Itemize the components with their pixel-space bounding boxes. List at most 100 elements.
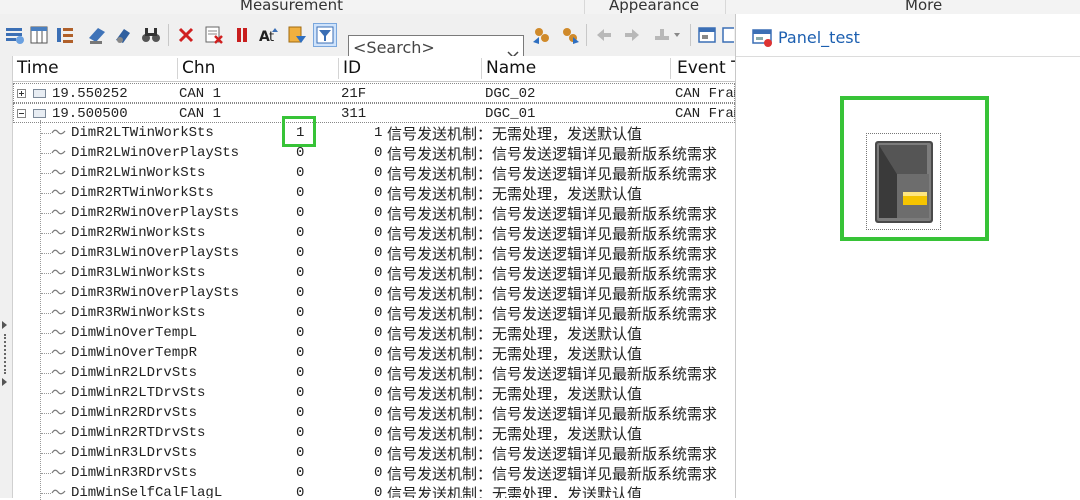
signal-name: DimWinSelfCalFlagL bbox=[71, 485, 223, 498]
window-icon[interactable] bbox=[695, 23, 719, 47]
ribbon-group-appearance[interactable]: Appearance bbox=[609, 0, 699, 14]
signal-raw-value: 0 bbox=[296, 445, 305, 461]
signal-wave-icon bbox=[51, 429, 66, 435]
expand-arrow-icon[interactable] bbox=[2, 321, 7, 329]
export-icon[interactable] bbox=[285, 23, 309, 47]
column-id[interactable]: ID bbox=[339, 56, 481, 81]
switch-control[interactable] bbox=[866, 133, 941, 230]
highlight-icon[interactable] bbox=[85, 23, 109, 47]
column-divider[interactable] bbox=[670, 58, 671, 79]
mark-icon[interactable] bbox=[111, 23, 135, 47]
signal-raw-value: 0 bbox=[296, 225, 305, 241]
signal-phys-value: 0 bbox=[374, 325, 383, 341]
message-icon bbox=[33, 109, 46, 118]
toolbar-separator bbox=[168, 24, 169, 46]
signal-raw-value: 0 bbox=[296, 345, 305, 361]
signal-raw-value: 0 bbox=[296, 305, 305, 321]
signal-description: 信号发送机制：信号发送逻辑详见最新版系统需求 bbox=[387, 225, 718, 243]
signal-description: 信号发送机制：无需处理，发送默认值 bbox=[387, 185, 643, 203]
predefined-filter-icon[interactable] bbox=[313, 23, 337, 47]
forward-icon[interactable] bbox=[558, 23, 582, 47]
signal-row[interactable]: DimWinR2LDrvSts 0 0 信号发送机制：信号发送逻辑详见最新版系统需求 bbox=[13, 363, 735, 383]
column-time[interactable]: Time bbox=[13, 56, 177, 81]
signal-raw-value: 0 bbox=[296, 205, 305, 221]
signal-description: 信号发送机制：无需处理，发送默认值 bbox=[387, 125, 643, 143]
frame-row[interactable]: 19.500500 CAN 1 311 DGC_01 CAN Frame bbox=[13, 103, 735, 123]
columns-icon[interactable] bbox=[27, 23, 51, 47]
signal-row[interactable]: DimWinR2RDrvSts 0 0 信号发送机制：信号发送逻辑详见最新版系统需求 bbox=[13, 403, 735, 423]
signal-row[interactable]: DimR2RWinWorkSts 0 0 信号发送机制：信号发送逻辑详见最新版系统需求 bbox=[13, 223, 735, 243]
signal-phys-value: 1 bbox=[374, 125, 383, 141]
svg-text:t: t bbox=[269, 30, 274, 45]
window-layout-icon[interactable] bbox=[720, 23, 734, 47]
panel-title[interactable]: Panel_test bbox=[778, 28, 860, 47]
expand-arrow-icon[interactable] bbox=[2, 378, 7, 386]
ribbon-header: Measurement Appearance More bbox=[0, 0, 1080, 14]
signal-name: DimWinOverTempR bbox=[71, 345, 198, 361]
frame-id: 21F bbox=[341, 86, 367, 102]
toolbar-separator bbox=[690, 24, 691, 46]
frame-row[interactable]: 19.550252 CAN 1 21F DGC_02 CAN Frame bbox=[13, 83, 735, 103]
column-chn[interactable]: Chn bbox=[178, 56, 338, 81]
signal-wave-icon bbox=[51, 269, 66, 275]
clear-filter-icon[interactable] bbox=[202, 23, 226, 47]
signal-row[interactable]: DimWinR2RTDrvSts 0 0 信号发送机制：无需处理，发送默认值 bbox=[13, 423, 735, 443]
sort-icon[interactable] bbox=[53, 23, 77, 47]
search-placeholder: <Search> bbox=[353, 38, 435, 57]
signal-name: DimR3RWinWorkSts bbox=[71, 305, 206, 321]
signal-wave-icon bbox=[51, 369, 66, 375]
signal-row[interactable]: DimWinOverTempL 0 0 信号发送机制：无需处理，发送默认值 bbox=[13, 323, 735, 343]
signal-name: DimWinR2RDrvSts bbox=[71, 405, 198, 421]
signal-raw-value: 0 bbox=[296, 365, 305, 381]
signal-row[interactable]: DimR3LWinOverPlaySts 0 0 信号发送机制：信号发送逻辑详见最新版… bbox=[13, 243, 735, 263]
signal-name: DimR2LTWinWorkSts bbox=[71, 125, 214, 141]
signal-wave-icon bbox=[51, 489, 66, 495]
signal-phys-value: 0 bbox=[374, 145, 383, 161]
find-icon[interactable] bbox=[139, 23, 163, 47]
signal-row[interactable]: DimWinR3RDrvSts 0 0 信号发送机制：信号发送逻辑详见最新版系统需求 bbox=[13, 463, 735, 483]
timestamp-icon[interactable]: At bbox=[257, 23, 281, 47]
column-name[interactable]: Name bbox=[482, 56, 670, 81]
frame-time: 19.550252 bbox=[52, 86, 128, 102]
signal-description: 信号发送机制：信号发送逻辑详见最新版系统需求 bbox=[387, 305, 718, 323]
signal-phys-value: 0 bbox=[374, 205, 383, 221]
signal-row[interactable]: DimWinR3LDrvSts 0 0 信号发送机制：信号发送逻辑详见最新版系统需求 bbox=[13, 443, 735, 463]
options-icon[interactable] bbox=[648, 23, 684, 47]
signal-row[interactable]: DimR3LWinWorkSts 0 0 信号发送机制：信号发送逻辑详见最新版系统需求 bbox=[13, 263, 735, 283]
expand-plus-icon[interactable] bbox=[17, 89, 26, 98]
ribbon-group-measurement[interactable]: Measurement bbox=[240, 0, 343, 14]
signal-row[interactable]: DimR2LWinOverPlaySts 0 0 信号发送机制：信号发送逻辑详见最新版… bbox=[13, 143, 735, 163]
left-splitter[interactable] bbox=[0, 56, 13, 498]
back-icon[interactable] bbox=[530, 23, 554, 47]
filter-icon[interactable] bbox=[3, 23, 27, 47]
collapse-minus-icon[interactable] bbox=[17, 109, 26, 118]
next-icon[interactable] bbox=[620, 23, 644, 47]
ribbon-group-more[interactable]: More bbox=[905, 0, 942, 14]
signal-raw-value: 0 bbox=[296, 325, 305, 341]
signal-row[interactable]: DimR2LTWinWorkSts 1 1 信号发送机制：无需处理，发送默认值 bbox=[13, 123, 735, 143]
column-event-type[interactable]: Event Type bbox=[673, 56, 735, 81]
signal-phys-value: 0 bbox=[374, 225, 383, 241]
prev-icon[interactable] bbox=[592, 23, 616, 47]
signal-raw-value: 0 bbox=[296, 185, 305, 201]
signal-name: DimWinR2LTDrvSts bbox=[71, 385, 206, 401]
signal-name: DimWinR3LDrvSts bbox=[71, 445, 198, 461]
signal-row[interactable]: DimWinR2LTDrvSts 0 0 信号发送机制：无需处理，发送默认值 bbox=[13, 383, 735, 403]
signal-row[interactable]: DimR3RWinOverPlaySts 0 0 信号发送机制：信号发送逻辑详见最新版… bbox=[13, 283, 735, 303]
splitter-grip[interactable] bbox=[4, 334, 8, 374]
frame-channel: CAN 1 bbox=[179, 86, 222, 102]
panel-window: Panel_test bbox=[735, 14, 1080, 498]
delete-icon[interactable] bbox=[174, 23, 198, 47]
signal-phys-value: 0 bbox=[374, 265, 383, 281]
signal-wave-icon bbox=[51, 309, 66, 315]
signal-row[interactable]: DimR3RWinWorkSts 0 0 信号发送机制：信号发送逻辑详见最新版系统需求 bbox=[13, 303, 735, 323]
signal-row[interactable]: DimR2RWinOverPlaySts 0 0 信号发送机制：信号发送逻辑详见最新版… bbox=[13, 203, 735, 223]
signal-name: DimR2RWinOverPlaySts bbox=[71, 205, 240, 221]
pause-icon[interactable] bbox=[230, 23, 254, 47]
signal-row[interactable]: DimWinOverTempR 0 0 信号发送机制：无需处理，发送默认值 bbox=[13, 343, 735, 363]
signal-row[interactable]: DimWinSelfCalFlagL 0 0 信号发送机制：无需处理，发送默认值 bbox=[13, 483, 735, 498]
frame-name: DGC_01 bbox=[485, 106, 536, 122]
signal-row[interactable]: DimR2LWinWorkSts 0 0 信号发送机制：信号发送逻辑详见最新版系统需求 bbox=[13, 163, 735, 183]
signal-row[interactable]: DimR2RTWinWorkSts 0 0 信号发送机制：无需处理，发送默认值 bbox=[13, 183, 735, 203]
ribbon-divider bbox=[584, 0, 585, 14]
